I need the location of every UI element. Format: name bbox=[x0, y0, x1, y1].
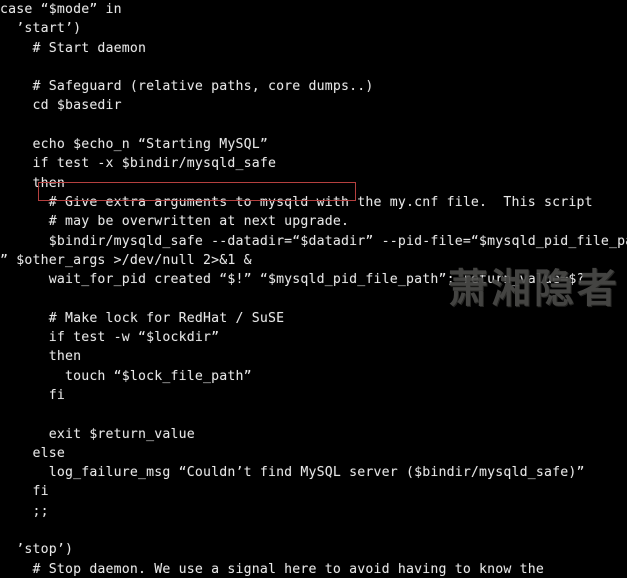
code-line: ;; bbox=[0, 503, 49, 519]
code-line: touch “$lock_file_path” bbox=[0, 368, 252, 384]
code-line: cd $basedir bbox=[0, 98, 122, 114]
code-line: if test -x $bindir/mysqld_safe bbox=[0, 156, 277, 172]
code-line: log_failure_msg “Couldn’t find MySQL ser… bbox=[0, 465, 585, 481]
code-line: # Stop daemon. We use a signal here to a… bbox=[0, 561, 545, 577]
watermark-text: 萧湘隐者 bbox=[448, 266, 620, 312]
code-line: # Start daemon bbox=[0, 40, 147, 56]
code-line: ’stop’) bbox=[0, 542, 74, 558]
terminal-window[interactable]: case “$mode” in ’start’) # Start daemon … bbox=[0, 0, 627, 578]
code-line: else bbox=[0, 445, 65, 461]
code-line: case “$mode” in bbox=[0, 2, 122, 17]
code-line: fi bbox=[0, 387, 65, 403]
code-line: if test -w “$lockdir” bbox=[0, 330, 220, 346]
code-line: then bbox=[0, 175, 65, 191]
code-line: fi bbox=[0, 484, 49, 500]
code-line: $bindir/mysqld_safe --datadir=“$datadir”… bbox=[0, 233, 627, 249]
code-line: echo $echo_n “Starting MySQL” bbox=[0, 137, 268, 153]
code-line: exit $return_value bbox=[0, 426, 195, 442]
code-line: then bbox=[0, 349, 82, 365]
code-line: ’start’) bbox=[0, 21, 82, 37]
code-line: # Safeguard (relative paths, core dumps.… bbox=[0, 79, 374, 95]
code-line: # Give extra arguments to mysqld with th… bbox=[0, 194, 593, 210]
code-line: # may be overwritten at next upgrade. bbox=[0, 214, 350, 230]
